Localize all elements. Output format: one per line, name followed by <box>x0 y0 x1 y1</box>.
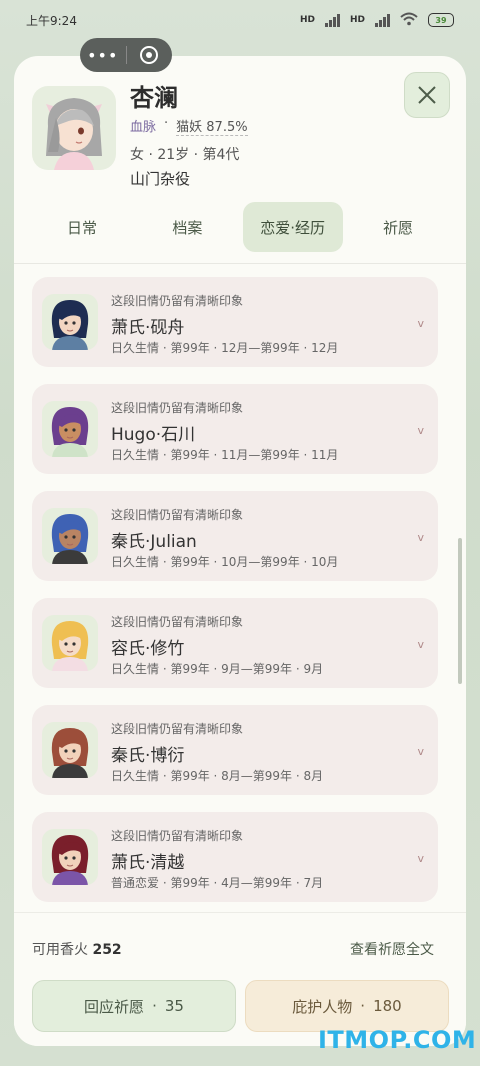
close-button[interactable] <box>404 72 450 118</box>
partner-avatar <box>42 294 98 350</box>
relationship-item[interactable]: 这段旧情仍留有清晰印象 容氏·修竹 日久生情 · 第99年 · 9月—第99年 … <box>32 598 438 688</box>
lineage-value[interactable]: 猫妖 87.5% <box>176 116 248 136</box>
divider <box>14 263 466 264</box>
character-avatar <box>32 86 116 170</box>
relationship-period: 普通恋爱 · 第99年 · 4月—第99年 · 7月 <box>111 876 324 890</box>
more-menu-icon[interactable]: ••• <box>80 46 126 65</box>
wifi-icon <box>400 12 418 29</box>
character-role: 山门杂役 <box>130 170 191 188</box>
incense-info: 可用香火 252 <box>32 942 122 958</box>
exit-target-icon[interactable] <box>126 46 172 64</box>
relationship-note: 这段旧情仍留有清晰印象 <box>111 508 244 522</box>
status-time: 上午9:24 <box>26 13 77 28</box>
relationship-note: 这段旧情仍留有清晰印象 <box>111 722 244 736</box>
character-panel: 杏澜 血脉 · 猫妖 87.5% 女 · 21岁 · 第4代 山门杂役 日常 档… <box>14 56 466 1046</box>
partner-avatar <box>42 829 98 885</box>
respond-wish-button[interactable]: 回应祈愿 · 35 <box>32 980 236 1032</box>
partner-name: 秦氏·Julian <box>111 532 197 552</box>
character-meta: 女 · 21岁 · 第4代 <box>130 147 240 163</box>
tab-wishes[interactable]: 祈愿 <box>348 202 448 252</box>
chevron-down-icon[interactable]: v <box>417 638 424 651</box>
partner-avatar <box>42 508 98 564</box>
partner-name: 容氏·修竹 <box>111 639 185 659</box>
relationship-period: 日久生情 · 第99年 · 10月—第99年 · 10月 <box>111 555 339 569</box>
relationship-item[interactable]: 这段旧情仍留有清晰印象 秦氏·博衍 日久生情 · 第99年 · 8月—第99年 … <box>32 705 438 795</box>
relationship-item[interactable]: 这段旧情仍留有清晰印象 Hugo·石川 日久生情 · 第99年 · 11月—第9… <box>32 384 438 474</box>
partner-name: 萧氏·清越 <box>111 853 185 873</box>
incense-value: 252 <box>92 942 122 958</box>
hd-signal-2: HD <box>349 15 365 25</box>
status-icons: HD HD 39 <box>300 12 454 29</box>
tab-romance[interactable]: 恋爱·经历 <box>242 202 343 252</box>
status-bar: 上午9:24 HD HD 39 <box>0 0 480 40</box>
partner-avatar <box>42 722 98 778</box>
relationship-item[interactable]: 这段旧情仍留有清晰印象 萧氏·砚舟 日久生情 · 第99年 · 12月—第99年… <box>32 277 438 367</box>
character-name: 杏澜 <box>130 84 178 112</box>
relationship-note: 这段旧情仍留有清晰印象 <box>111 829 244 843</box>
chevron-down-icon[interactable]: v <box>417 852 424 865</box>
protect-character-cost: 180 <box>373 997 402 1015</box>
respond-wish-cost: 35 <box>164 997 184 1015</box>
scrollbar-thumb[interactable] <box>458 538 462 684</box>
relationship-period: 日久生情 · 第99年 · 11月—第99年 · 11月 <box>111 448 339 462</box>
relationship-period: 日久生情 · 第99年 · 8月—第99年 · 8月 <box>111 769 324 783</box>
relationship-note: 这段旧情仍留有清晰印象 <box>111 615 244 629</box>
partner-name: 萧氏·砚舟 <box>111 318 185 338</box>
battery-icon: 39 <box>428 13 454 27</box>
partner-name: 秦氏·博衍 <box>111 746 185 766</box>
chevron-down-icon[interactable]: v <box>417 317 424 330</box>
relationship-period: 日久生情 · 第99年 · 12月—第99年 · 12月 <box>111 341 339 355</box>
miniprogram-capsule: ••• <box>80 38 172 72</box>
tab-bar: 日常 档案 恋爱·经历 祈愿 <box>32 202 448 252</box>
view-full-wish-link[interactable]: 查看祈愿全文 <box>350 939 434 959</box>
chevron-down-icon[interactable]: v <box>417 745 424 758</box>
relationship-note: 这段旧情仍留有清晰印象 <box>111 294 244 308</box>
chevron-down-icon[interactable]: v <box>417 531 424 544</box>
lineage-label: 血脉 <box>130 120 157 135</box>
signal-icon-2 <box>375 13 390 27</box>
relationship-note: 这段旧情仍留有清晰印象 <box>111 401 244 415</box>
lineage-row: 血脉 · 猫妖 87.5% <box>130 116 248 136</box>
relationship-item[interactable]: 这段旧情仍留有清晰印象 萧氏·清越 普通恋爱 · 第99年 · 4月—第99年 … <box>32 812 438 902</box>
relationship-list: 这段旧情仍留有清晰印象 萧氏·砚舟 日久生情 · 第99年 · 12月—第99年… <box>32 277 438 919</box>
protect-character-button[interactable]: 庇护人物 · 180 <box>245 980 449 1032</box>
close-icon <box>418 86 436 104</box>
hd-signal-1: HD <box>299 15 315 25</box>
relationship-period: 日久生情 · 第99年 · 9月—第99年 · 9月 <box>111 662 324 676</box>
partner-name: Hugo·石川 <box>111 425 196 445</box>
chevron-down-icon[interactable]: v <box>417 424 424 437</box>
watermark-logo: ITMOP.COM <box>318 1026 477 1054</box>
signal-icon <box>324 13 340 27</box>
relationship-item[interactable]: 这段旧情仍留有清晰印象 秦氏·Julian 日久生情 · 第99年 · 10月—… <box>32 491 438 581</box>
partner-avatar <box>42 401 98 457</box>
tab-daily[interactable]: 日常 <box>32 202 132 252</box>
partner-avatar <box>42 615 98 671</box>
tab-profile[interactable]: 档案 <box>137 202 237 252</box>
